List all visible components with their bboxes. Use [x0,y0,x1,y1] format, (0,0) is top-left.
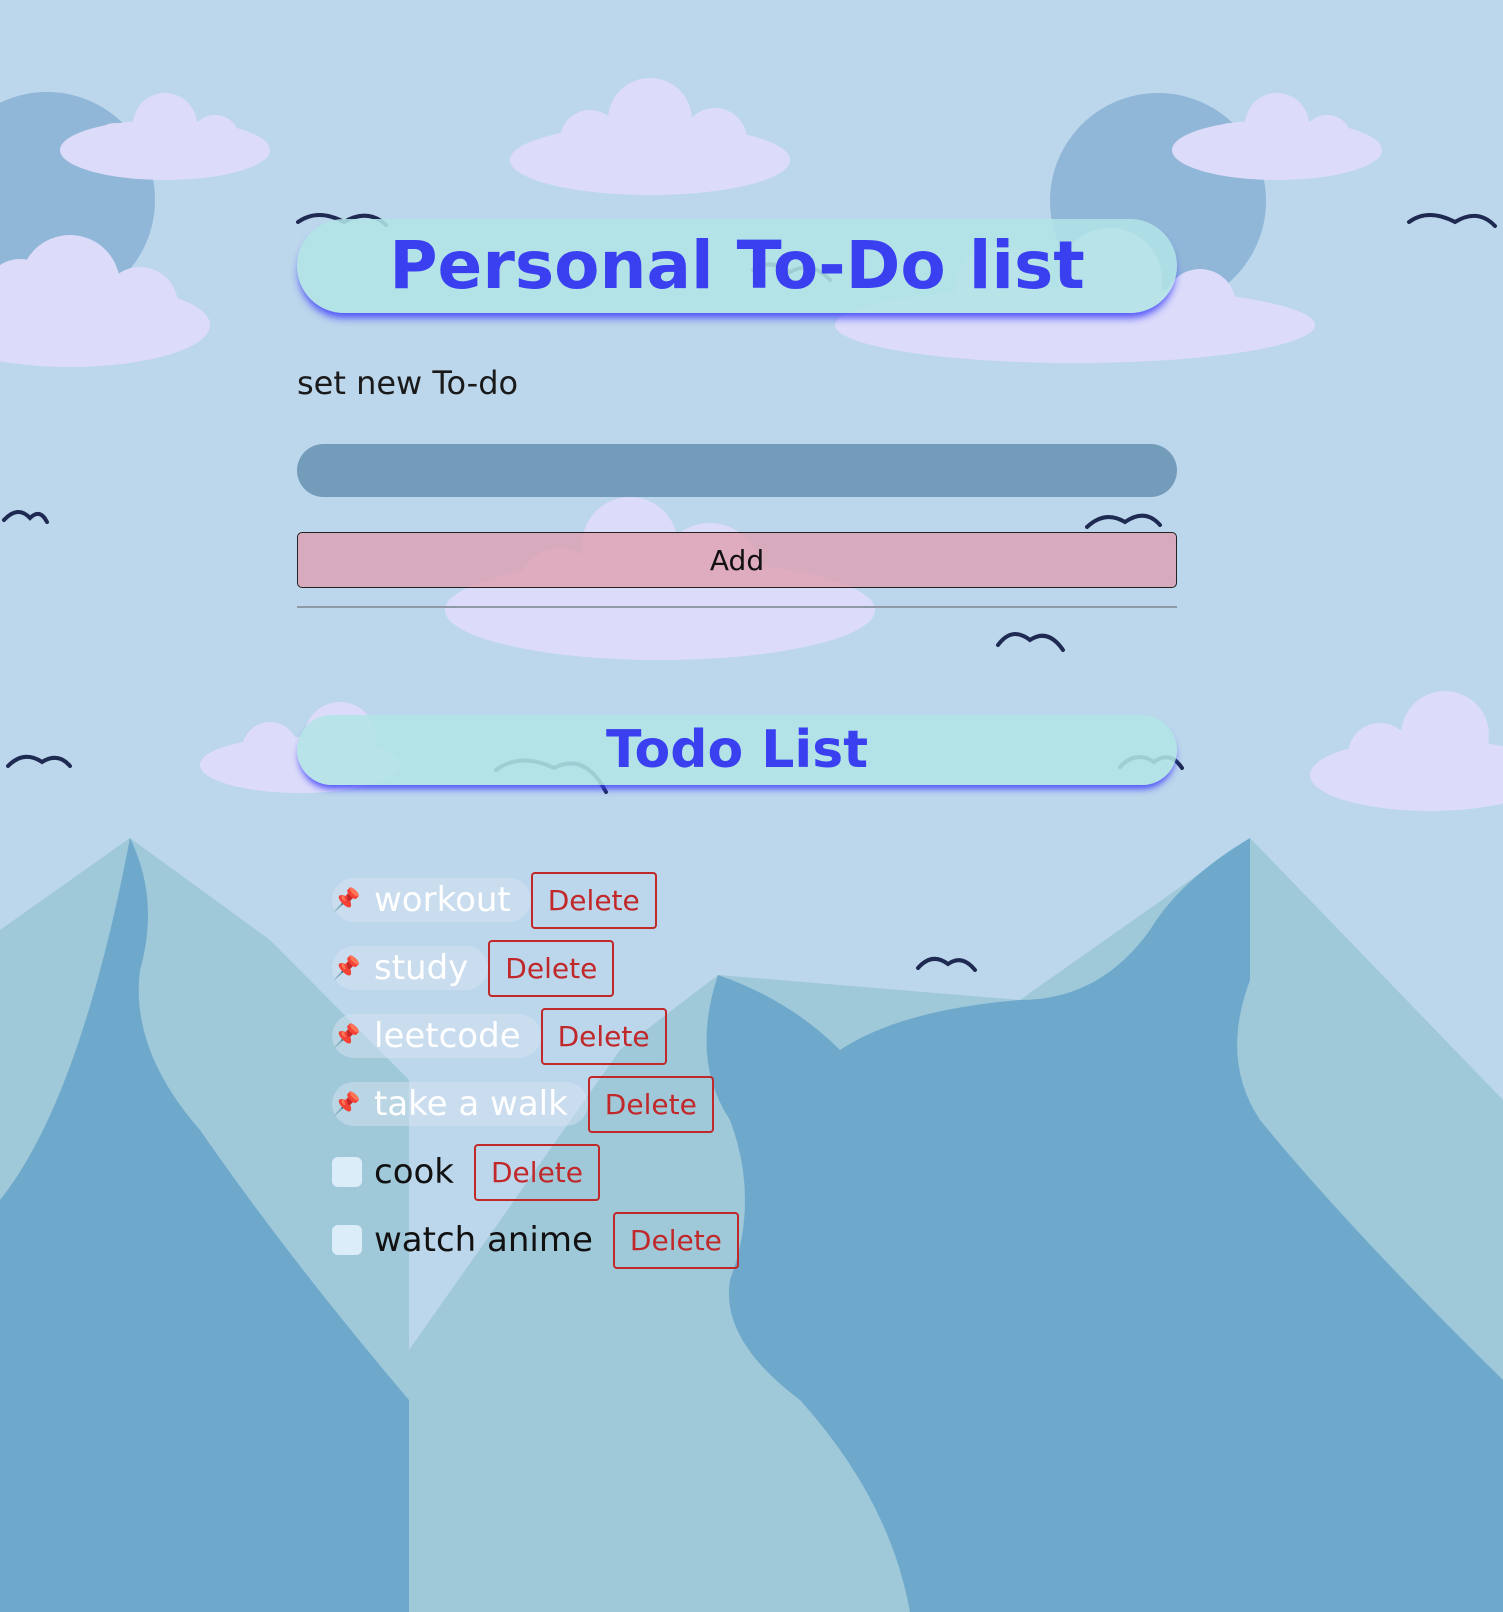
todo-checkbox-label[interactable]: 📌 study [332,946,489,990]
delete-button[interactable]: Delete [540,1007,667,1065]
todo-checkbox-label[interactable]: 📌 leetcode [332,1014,541,1058]
new-todo-label: set new To-do [297,364,519,402]
todo-checkbox-label[interactable]: 📌 workout [332,878,531,922]
list-item: watch anime Delete [332,1206,739,1274]
todo-checkbox-label[interactable]: 📌 take a walk [332,1082,588,1126]
divider [297,606,1177,608]
todo-item-text: study [374,948,469,988]
pushpin-icon[interactable]: 📌 [332,1089,362,1119]
todo-item-text: watch anime [374,1220,593,1260]
todo-item-text: take a walk [374,1084,568,1124]
list-item: 📌 study Delete [332,934,739,1002]
todo-list-title: Todo List [297,715,1177,785]
checkbox[interactable] [332,1157,362,1187]
new-todo-input[interactable] [297,444,1177,497]
delete-button[interactable]: Delete [530,871,657,929]
add-button[interactable]: Add [297,532,1177,588]
todo-list: 📌 workout Delete 📌 study Delete 📌 leetco… [332,866,739,1274]
todo-checkbox-label[interactable]: watch anime [332,1218,613,1262]
list-item: 📌 leetcode Delete [332,1002,739,1070]
delete-button[interactable]: Delete [612,1211,739,1269]
delete-button[interactable]: Delete [488,939,615,997]
checkbox[interactable] [332,1225,362,1255]
pushpin-icon[interactable]: 📌 [332,885,362,915]
list-item: 📌 take a walk Delete [332,1070,739,1138]
todo-item-text: cook [374,1152,454,1192]
todo-item-text: leetcode [374,1016,521,1056]
list-item: 📌 workout Delete [332,866,739,934]
pushpin-icon[interactable]: 📌 [332,953,362,983]
todo-checkbox-label[interactable]: cook [332,1150,474,1194]
pushpin-icon[interactable]: 📌 [332,1021,362,1051]
delete-button[interactable]: Delete [474,1143,600,1201]
page-title: Personal To-Do list [297,219,1177,313]
list-item: cook Delete [332,1138,739,1206]
delete-button[interactable]: Delete [587,1075,714,1133]
todo-item-text: workout [374,880,511,920]
